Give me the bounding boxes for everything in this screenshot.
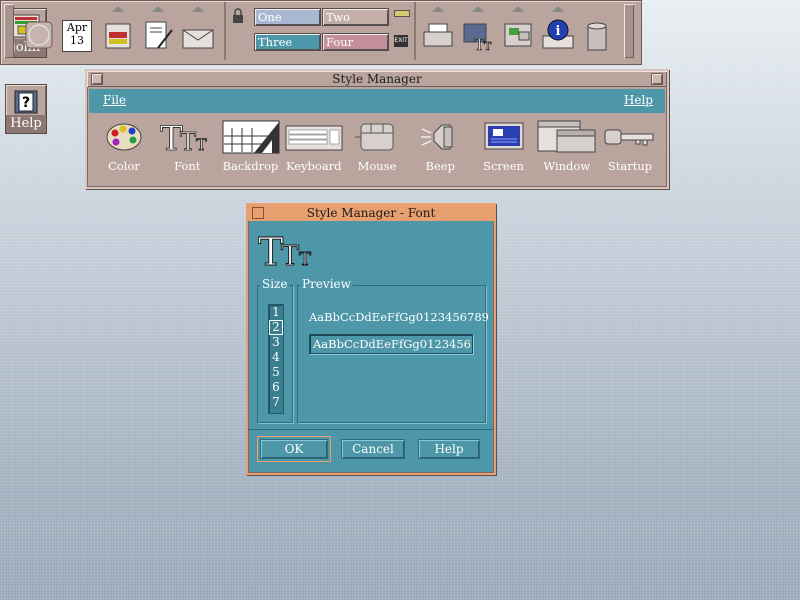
preview-text-field[interactable]: AaBbCcDdEeFfGg01234567 (309, 334, 473, 354)
screen-label: Screen (483, 159, 524, 173)
window-label: Window (543, 159, 591, 173)
dialog-title: Style Manager - Font (306, 206, 436, 220)
keyboard-icon (283, 117, 345, 157)
preview-label: Preview (300, 277, 353, 291)
workspace-three-button[interactable]: Three (254, 33, 321, 51)
font-label: Font (174, 159, 201, 173)
monitor-icon (473, 117, 535, 157)
window-button[interactable]: Window (536, 117, 598, 173)
divider (224, 2, 226, 60)
beep-button[interactable]: Beep (409, 117, 471, 173)
backdrop-label: Backdrop (222, 159, 279, 173)
style-manager-icon-row: Color T T T Font Backdrop Keyboard Mouse… (87, 113, 667, 173)
lock-icon[interactable] (232, 8, 244, 27)
cancel-button[interactable]: Cancel (341, 439, 405, 459)
size-label: Size (260, 277, 290, 291)
front-panel: Apr 13 One Two Three Four EXIT T T i (0, 0, 642, 65)
window-icon (536, 117, 598, 157)
size-option[interactable]: 3 (269, 335, 283, 350)
workspace-one-button[interactable]: One (254, 8, 321, 26)
color-button[interactable]: Color (93, 117, 155, 173)
file-menu[interactable]: File (103, 93, 126, 107)
workspace-two-button[interactable]: Two (322, 8, 389, 26)
beep-label: Beep (425, 159, 455, 173)
screen-button[interactable]: Screen (473, 117, 535, 173)
font-header-icon: T T T (258, 229, 318, 275)
help-menu[interactable]: Help (624, 93, 653, 107)
window-menu-button[interactable] (91, 73, 103, 85)
color-label: Color (108, 159, 140, 173)
calendar-day: 13 (70, 34, 84, 47)
panel-handle-left[interactable] (4, 4, 14, 58)
application-manager-icon[interactable] (500, 2, 536, 60)
palette-icon (93, 117, 155, 157)
busy-light (394, 10, 410, 17)
size-list[interactable]: 1 2 3 4 5 6 7 (268, 304, 284, 414)
size-option[interactable]: 1 (269, 305, 283, 320)
font-icon: T T T (156, 117, 218, 157)
window-menu-button[interactable] (252, 207, 264, 219)
minimize-button[interactable] (651, 73, 663, 85)
divider (414, 2, 416, 60)
desktop-help-icon-button[interactable]: ? Help (5, 84, 47, 134)
window-title: Style Manager (332, 72, 422, 86)
style-manager-window: Style Manager File Help Color T T T Font… (85, 69, 669, 189)
svg-text:?: ? (22, 95, 30, 111)
clock-icon[interactable] (22, 2, 56, 60)
text-editor-icon[interactable] (140, 2, 176, 60)
speaker-icon (409, 117, 471, 157)
workspace-four-button[interactable]: Four (322, 33, 389, 51)
size-group: Size 1 2 3 4 5 6 7 (257, 277, 293, 423)
panel-handle-right[interactable] (624, 4, 634, 58)
size-option[interactable]: 7 (269, 395, 283, 410)
desktop-icon-label: Help (6, 115, 46, 133)
style-manager-titlebar[interactable]: Style Manager (87, 71, 667, 87)
svg-text:T: T (196, 135, 207, 154)
svg-text:T: T (180, 128, 196, 154)
help-book-icon: ? (11, 89, 41, 115)
size-option[interactable]: 6 (269, 380, 283, 395)
key-icon (599, 117, 661, 157)
printer-icon[interactable] (420, 2, 456, 60)
svg-text:i: i (556, 24, 561, 39)
font-dialog: Style Manager - Font T T T Size 1 2 3 4 … (246, 203, 496, 475)
preview-sample-text: AaBbCcDdEeFfGg0123456789 (309, 310, 489, 324)
keyboard-button[interactable]: Keyboard (283, 117, 345, 173)
calendar-month: Apr (66, 21, 88, 34)
separator (248, 429, 494, 430)
keyboard-label: Keyboard (285, 159, 342, 173)
svg-text:T: T (281, 241, 299, 269)
svg-text:T: T (484, 40, 492, 53)
backdrop-icon (220, 117, 282, 157)
svg-text:T: T (299, 249, 311, 269)
mouse-icon (346, 117, 408, 157)
svg-text:T: T (258, 230, 283, 269)
backdrop-button[interactable]: Backdrop (220, 117, 282, 173)
menu-bar: File Help (89, 89, 665, 113)
mouse-label: Mouse (357, 159, 397, 173)
calendar-icon[interactable]: Apr 13 (62, 20, 92, 52)
help-button[interactable]: Help (418, 439, 480, 459)
font-button[interactable]: T T T Font (156, 117, 218, 173)
size-option[interactable]: 4 (269, 350, 283, 365)
startup-button[interactable]: Startup (599, 117, 661, 173)
mailer-icon[interactable] (180, 2, 216, 60)
preview-group: Preview AaBbCcDdEeFfGg0123456789 AaBbCcD… (297, 277, 489, 423)
size-option[interactable]: 5 (269, 365, 283, 380)
font-dialog-titlebar[interactable]: Style Manager - Font (248, 205, 494, 221)
trash-icon[interactable] (582, 2, 612, 60)
style-manager-icon[interactable]: T T (460, 2, 496, 60)
exit-button[interactable]: EXIT (394, 35, 408, 47)
help-manager-icon[interactable]: i (540, 2, 576, 60)
ok-button[interactable]: OK (257, 436, 331, 462)
startup-label: Startup (607, 159, 653, 173)
mouse-button[interactable]: Mouse (346, 117, 408, 173)
file-manager-icon[interactable] (100, 2, 136, 60)
size-option-selected[interactable]: 2 (269, 320, 283, 335)
